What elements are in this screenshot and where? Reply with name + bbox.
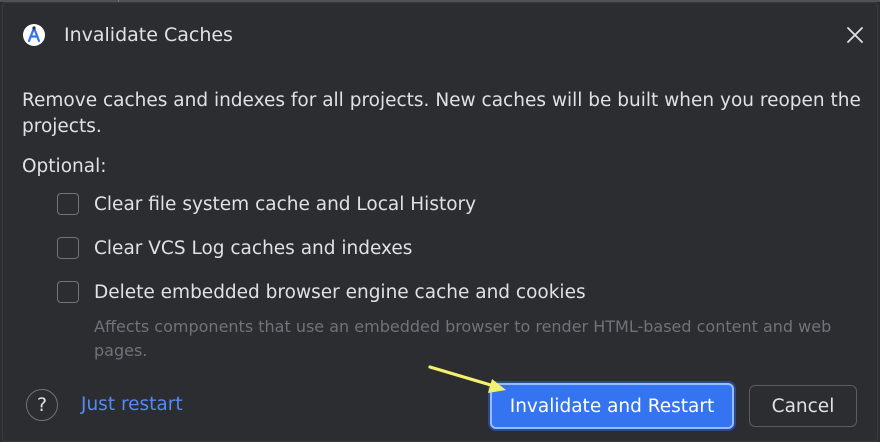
android-studio-icon [22, 23, 46, 47]
dialog-titlebar: Invalidate Caches [3, 3, 877, 65]
annotation-arrow-icon [428, 365, 506, 393]
option-label: Clear VCS Log caches and indexes [94, 237, 413, 259]
just-restart-link[interactable]: Just restart [81, 394, 183, 415]
option-label: Delete embedded browser engine cache and… [94, 281, 586, 303]
option-label: Clear file system cache and Local Histor… [94, 193, 477, 215]
close-icon[interactable] [841, 21, 869, 49]
cancel-button[interactable]: Cancel [749, 385, 857, 427]
dialog-description: Remove caches and indexes for all projec… [22, 90, 861, 137]
optional-label: Optional: [22, 156, 107, 177]
dialog-title: Invalidate Caches [64, 24, 233, 46]
option-clear-vcs-log-caches[interactable]: Clear VCS Log caches and indexes [57, 235, 412, 261]
checkbox[interactable] [57, 193, 79, 215]
browser-cache-hint: Affects components that use an embedded … [94, 317, 832, 360]
option-delete-browser-cache[interactable]: Delete embedded browser engine cache and… [57, 279, 586, 305]
help-button[interactable]: ? [26, 389, 58, 421]
invalidate-and-restart-button[interactable]: Invalidate and Restart [490, 383, 734, 429]
checkbox[interactable] [57, 281, 79, 303]
checkbox[interactable] [57, 237, 79, 259]
option-clear-file-system-cache[interactable]: Clear file system cache and Local Histor… [57, 191, 476, 217]
